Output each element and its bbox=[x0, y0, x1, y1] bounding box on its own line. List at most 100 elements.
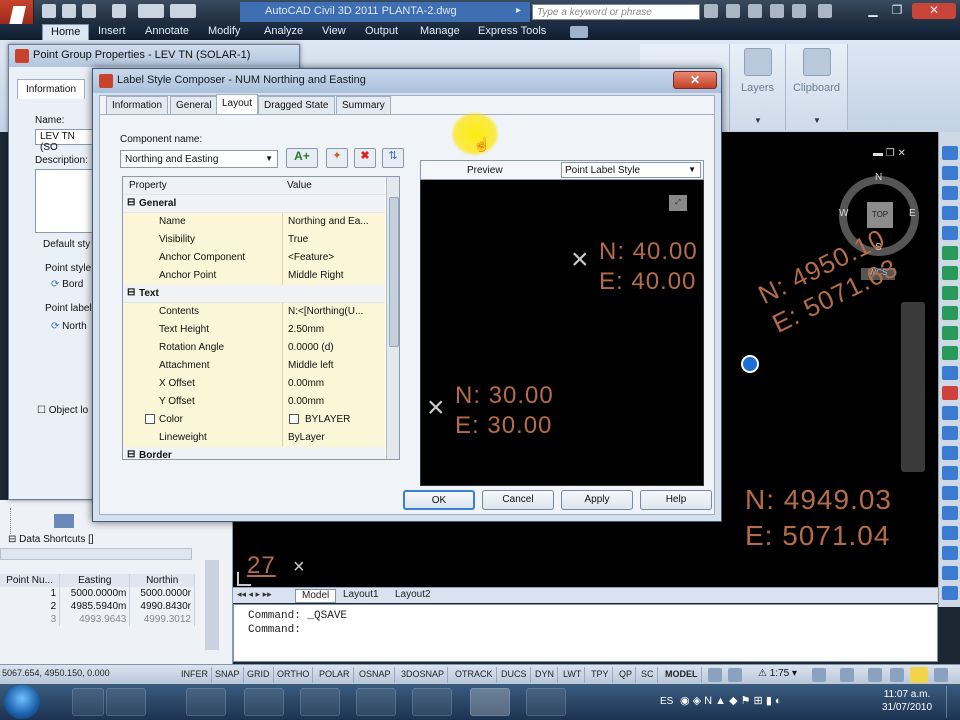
tab-modify[interactable]: Modify bbox=[200, 24, 248, 40]
property-row[interactable]: Text Height 2.50mm bbox=[123, 321, 385, 339]
property-row[interactable]: Anchor Point Middle Right bbox=[123, 267, 385, 285]
binoculars-icon[interactable] bbox=[704, 4, 718, 18]
table-row[interactable]: 2 4985.5940m 4990.8430r bbox=[0, 600, 195, 613]
tool-point-icon[interactable] bbox=[942, 366, 958, 380]
tab-layout1[interactable]: Layout1 bbox=[337, 589, 385, 603]
collapse-icon[interactable]: ⊟ bbox=[127, 197, 135, 208]
category-border[interactable]: ⊟ Border bbox=[123, 447, 385, 459]
tool-move-icon[interactable] bbox=[942, 486, 958, 500]
open-icon[interactable] bbox=[62, 4, 76, 18]
undo-icon[interactable] bbox=[138, 4, 164, 18]
navigation-bar[interactable] bbox=[901, 302, 925, 472]
toggle-3dosnap[interactable]: 3DOSNAP bbox=[398, 667, 449, 683]
column-header-point-number[interactable]: Point Nu... bbox=[0, 574, 61, 587]
tool-insert-block-icon[interactable] bbox=[942, 326, 958, 340]
toggle-sc[interactable]: SC bbox=[638, 667, 658, 683]
close-icon[interactable]: ✕ bbox=[673, 71, 717, 89]
tab-manage[interactable]: Manage bbox=[412, 24, 468, 40]
object-locked-checkbox[interactable]: ☐ Object lo bbox=[37, 405, 88, 416]
lock-icon[interactable] bbox=[868, 668, 882, 682]
tab-model[interactable]: Model bbox=[295, 589, 337, 603]
restore-icon[interactable]: ❐ bbox=[886, 3, 908, 19]
tab-view[interactable]: View bbox=[314, 24, 354, 40]
tab-home[interactable]: Home bbox=[42, 24, 90, 40]
property-value[interactable]: Middle Right bbox=[283, 267, 385, 285]
subscription-icon[interactable] bbox=[726, 4, 740, 18]
taskbar-app-icon[interactable] bbox=[412, 688, 452, 716]
tool-line-icon[interactable] bbox=[942, 146, 958, 160]
property-row[interactable]: Y Offset 0.00mm bbox=[123, 393, 385, 411]
column-header-northing[interactable]: Northin bbox=[129, 574, 195, 587]
property-row[interactable]: X Offset 0.00mm bbox=[123, 375, 385, 393]
clean-screen-icon[interactable] bbox=[934, 668, 948, 682]
checkbox-icon[interactable]: ☐ bbox=[37, 405, 49, 416]
tool-rectangle-icon[interactable] bbox=[942, 206, 958, 220]
chevron-right-icon[interactable]: ▸ bbox=[516, 5, 521, 16]
quick-view-drawings-icon[interactable] bbox=[728, 668, 742, 682]
tool-polygon-icon[interactable] bbox=[942, 186, 958, 200]
cancel-button[interactable]: Cancel bbox=[482, 490, 554, 510]
help-button[interactable]: Help bbox=[640, 490, 712, 510]
toggle-dyn[interactable]: DYN bbox=[532, 667, 559, 683]
media-player-icon[interactable] bbox=[356, 688, 396, 716]
name-field[interactable]: LEV TN (SO bbox=[35, 129, 95, 153]
tool-rotate-icon[interactable] bbox=[942, 506, 958, 520]
clock[interactable]: 11:07 a.m. 31/07/2010 bbox=[872, 688, 942, 716]
property-value[interactable]: 0.00mm bbox=[283, 393, 385, 411]
command-line[interactable]: Command: _QSAVE Command: bbox=[233, 604, 938, 662]
tool-revcloud-icon[interactable] bbox=[942, 266, 958, 280]
property-value[interactable]: Northing and Ea... bbox=[283, 213, 385, 231]
tool-circle-icon[interactable] bbox=[942, 246, 958, 260]
toggle-tpy[interactable]: TPY bbox=[588, 667, 613, 683]
tool-hatch-icon[interactable] bbox=[942, 386, 958, 400]
coordinate-readout[interactable]: 5067.654, 4950.150, 0.000 bbox=[2, 668, 172, 682]
category-text[interactable]: ⊟ Text bbox=[123, 285, 385, 303]
component-draw-order-icon[interactable]: ⇅ bbox=[382, 148, 404, 168]
preview-style-select[interactable]: Point Label Style ▼ bbox=[561, 162, 701, 178]
horizontal-scrollbar[interactable] bbox=[0, 548, 192, 560]
tab-insert[interactable]: Insert bbox=[90, 24, 134, 40]
toggle-ducs[interactable]: DUCS bbox=[498, 667, 531, 683]
close-icon[interactable]: ✕ bbox=[912, 3, 956, 19]
tab-layout[interactable]: Layout bbox=[216, 94, 259, 114]
taskbar-app-icon[interactable] bbox=[526, 688, 566, 716]
hardware-acceleration-icon[interactable] bbox=[890, 668, 904, 682]
show-desktop-button[interactable] bbox=[946, 686, 960, 718]
tab-analyze[interactable]: Analyze bbox=[256, 24, 311, 40]
collapse-icon[interactable]: ⊟ bbox=[127, 449, 135, 459]
minimize-icon[interactable]: ▁ bbox=[862, 3, 884, 19]
favorites-icon[interactable] bbox=[770, 4, 784, 18]
tool-trim-icon[interactable] bbox=[942, 566, 958, 580]
tool-gradient-icon[interactable] bbox=[942, 406, 958, 420]
tray-icons[interactable]: ◉ ◈ N ▲ ◆ ⚑ ⊞ ▮ ◐ bbox=[680, 694, 860, 710]
property-value[interactable]: ByLayer bbox=[283, 429, 385, 447]
vertical-scrollbar[interactable] bbox=[205, 560, 219, 650]
table-row[interactable]: 1 5000.0000m 5000.0000r bbox=[0, 587, 195, 600]
tool-polyline-icon[interactable] bbox=[942, 166, 958, 180]
property-value[interactable]: 0.00mm bbox=[283, 375, 385, 393]
collapse-icon[interactable]: ⊟ bbox=[127, 287, 135, 298]
property-value[interactable]: N:<[Northing(U... bbox=[283, 303, 385, 321]
property-row[interactable]: Rotation Angle 0.0000 (d) bbox=[123, 339, 385, 357]
point-marker-icon[interactable] bbox=[741, 355, 759, 373]
tree-item-data-shortcuts[interactable]: ⊟ Data Shortcuts [] bbox=[8, 534, 94, 545]
help-dropdown-icon[interactable] bbox=[818, 4, 832, 18]
chevron-down-icon[interactable]: ▼ bbox=[813, 116, 821, 125]
tool-region-icon[interactable] bbox=[942, 426, 958, 440]
redo-icon[interactable] bbox=[170, 4, 196, 18]
tab-general[interactable]: General bbox=[170, 96, 218, 114]
toggle-lwt[interactable]: LWT bbox=[560, 667, 586, 683]
header-value[interactable]: Value bbox=[287, 180, 312, 191]
tool-extend-icon[interactable] bbox=[942, 586, 958, 600]
language-indicator[interactable]: ES bbox=[660, 696, 673, 707]
tab-information[interactable]: Information bbox=[17, 79, 86, 99]
chevron-down-icon[interactable]: ▼ bbox=[754, 116, 762, 125]
tool-table-icon[interactable] bbox=[942, 446, 958, 460]
property-row[interactable]: Contents N:<[Northing(U... bbox=[123, 303, 385, 321]
taskbar-app-icon[interactable] bbox=[186, 688, 226, 716]
property-row[interactable]: Name Northing and Ea... bbox=[123, 213, 385, 231]
tab-information[interactable]: Information bbox=[106, 96, 169, 114]
apply-button[interactable]: Apply bbox=[561, 490, 633, 510]
command-prompt[interactable]: Command: bbox=[248, 623, 923, 637]
zoom-extents-icon[interactable]: ⤢ bbox=[669, 195, 687, 211]
